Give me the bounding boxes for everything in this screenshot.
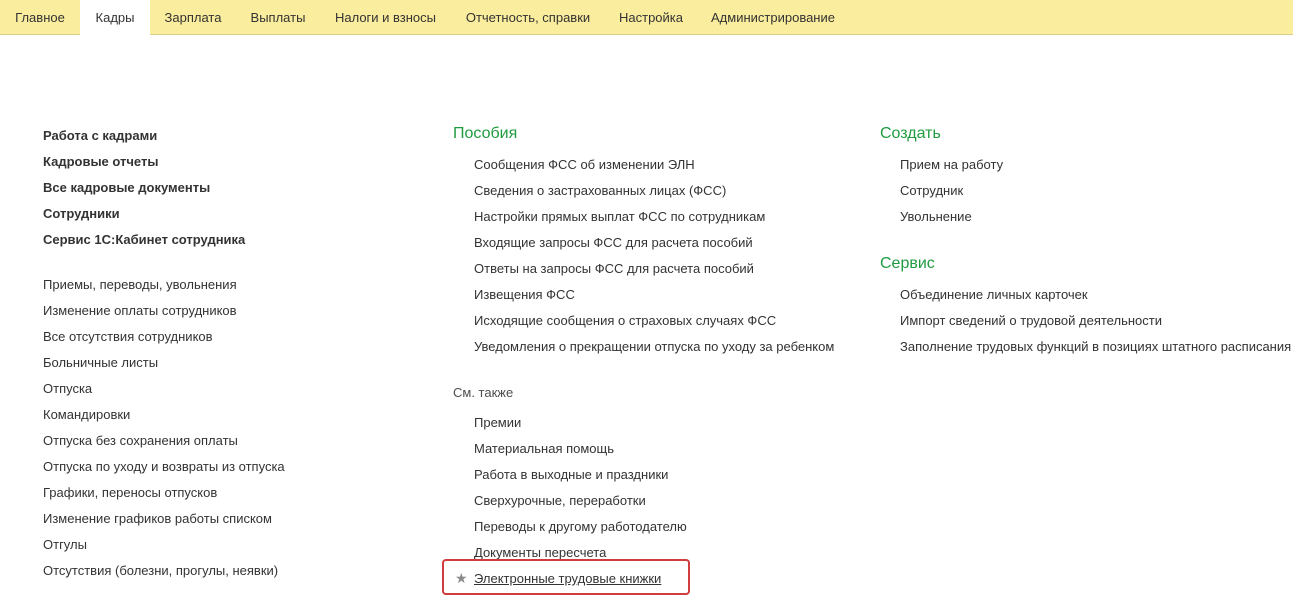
tab-taxes[interactable]: Налоги и взносы (320, 0, 451, 35)
tab-hr[interactable]: Кадры (80, 0, 150, 36)
link-all-absences[interactable]: Все отсутствия сотрудников (43, 329, 213, 345)
link-fss-eln-messages[interactable]: Сообщения ФСС об изменении ЭЛН (474, 157, 695, 173)
link-fss-outgoing-messages[interactable]: Исходящие сообщения о страховых случаях … (474, 313, 776, 329)
link-merge-personal-cards[interactable]: Объединение личных карточек (900, 287, 1088, 303)
link-hires-transfers[interactable]: Приемы, переводы, увольнения (43, 277, 237, 293)
link-vacations[interactable]: Отпуска (43, 381, 92, 397)
tab-reports[interactable]: Отчетность, справки (451, 0, 605, 35)
link-fss-incoming-requests[interactable]: Входящие запросы ФСС для расчета пособий (474, 235, 753, 251)
link-fss-direct-payments-settings[interactable]: Настройки прямых выплат ФСС по сотрудник… (474, 209, 765, 225)
link-electronic-work-books[interactable]: Электронные трудовые книжки (474, 571, 661, 587)
link-pay-changes[interactable]: Изменение оплаты сотрудников (43, 303, 237, 319)
link-weekend-work[interactable]: Работа в выходные и праздники (474, 467, 668, 483)
link-absences-illness[interactable]: Отсутствия (болезни, прогулы, неявки) (43, 563, 278, 579)
link-hr-reports[interactable]: Кадровые отчеты (43, 154, 158, 170)
link-parental-leaves[interactable]: Отпуска по уходу и возвраты из отпуска (43, 459, 285, 475)
link-import-work-activity[interactable]: Импорт сведений о трудовой деятельности (900, 313, 1162, 329)
link-business-trips[interactable]: Командировки (43, 407, 130, 423)
star-icon[interactable]: ★ (455, 570, 468, 586)
link-fill-labor-functions[interactable]: Заполнение трудовых функций в позициях ш… (900, 339, 1291, 355)
link-fss-notices[interactable]: Извещения ФСС (474, 287, 575, 303)
link-create-employee[interactable]: Сотрудник (900, 183, 963, 199)
link-transfers-to-other-employer[interactable]: Переводы к другому работодателю (474, 519, 687, 535)
tab-settings[interactable]: Настройка (605, 0, 697, 35)
link-create-hire[interactable]: Прием на работу (900, 157, 1003, 173)
link-sick-leaves[interactable]: Больничные листы (43, 355, 158, 371)
tab-administration[interactable]: Администрирование (697, 0, 849, 35)
benefits-group-title: Пособия (453, 125, 518, 142)
see-also-title: См. также (453, 385, 514, 400)
link-unpaid-leaves[interactable]: Отпуска без сохранения оплаты (43, 433, 238, 449)
link-employees[interactable]: Сотрудники (43, 206, 120, 222)
link-create-dismissal[interactable]: Увольнение (900, 209, 972, 225)
link-vacation-schedules[interactable]: Графики, переносы отпусков (43, 485, 217, 501)
link-financial-aid[interactable]: Материальная помощь (474, 441, 614, 457)
link-all-hr-documents[interactable]: Все кадровые документы (43, 180, 210, 196)
tab-salary[interactable]: Зарплата (150, 0, 236, 35)
create-group-title: Создать (880, 125, 941, 142)
link-parental-leave-termination[interactable]: Уведомления о прекращении отпуска по ухо… (474, 339, 834, 355)
link-overtime[interactable]: Сверхурочные, переработки (474, 493, 646, 509)
link-bonuses[interactable]: Премии (474, 415, 521, 431)
link-time-off[interactable]: Отгулы (43, 537, 87, 553)
tab-main[interactable]: Главное (0, 0, 80, 35)
main-menu-bar: Главное Кадры Зарплата Выплаты Налоги и … (0, 0, 1293, 36)
service-group-title: Сервис (880, 255, 935, 272)
tab-payments[interactable]: Выплаты (236, 0, 320, 35)
link-employee-cabinet-service[interactable]: Сервис 1С:Кабинет сотрудника (43, 232, 245, 248)
link-fss-request-answers[interactable]: Ответы на запросы ФСС для расчета пособи… (474, 261, 754, 277)
link-hr-work[interactable]: Работа с кадрами (43, 128, 157, 144)
link-fss-insured-info[interactable]: Сведения о застрахованных лицах (ФСС) (474, 183, 726, 199)
link-schedule-changes[interactable]: Изменение графиков работы списком (43, 511, 272, 527)
